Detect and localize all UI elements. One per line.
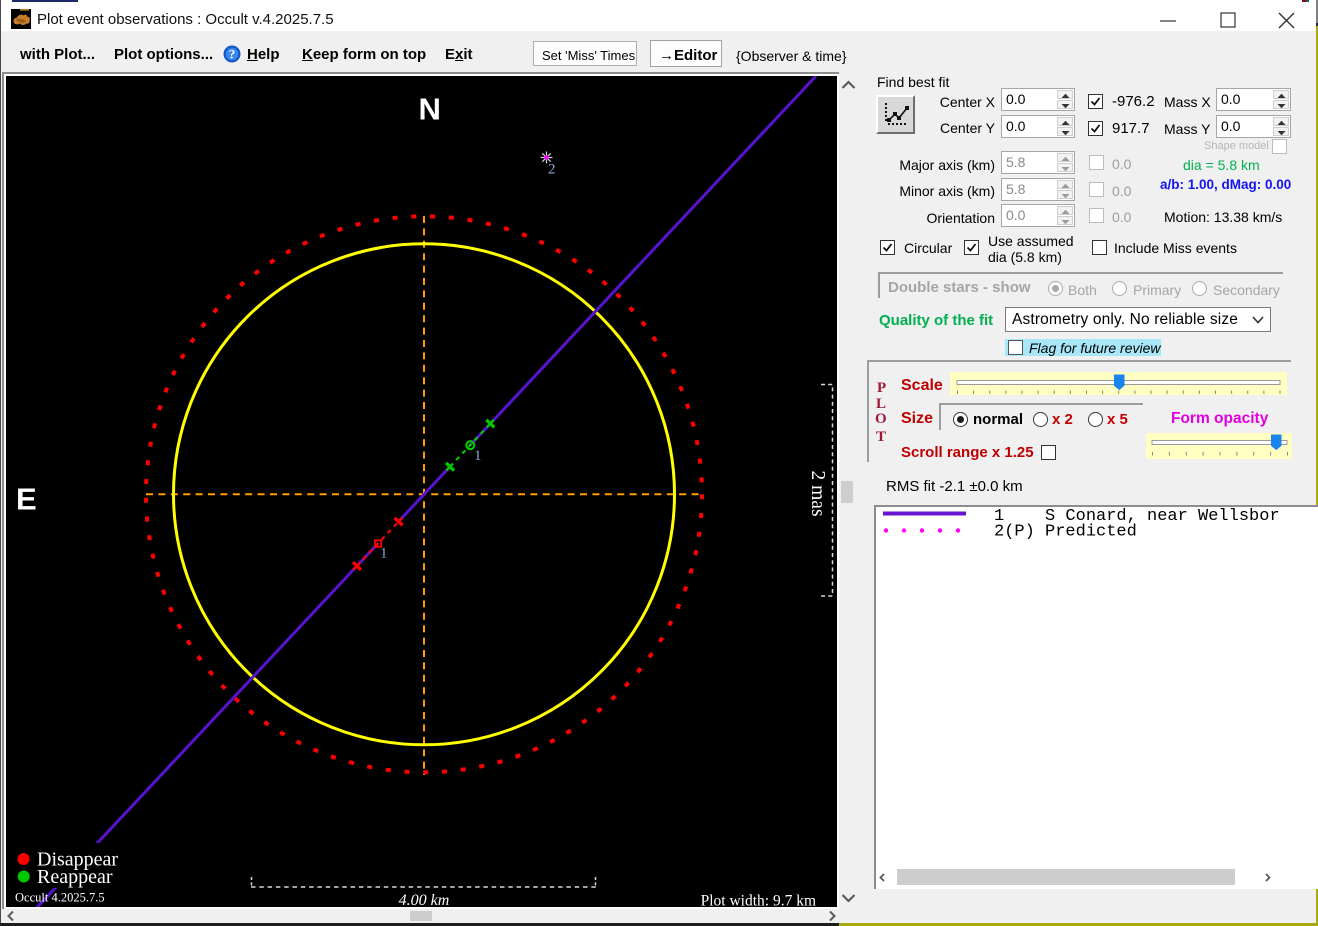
svg-text:Reappear: Reappear [37, 866, 113, 888]
svg-text:E: E [16, 482, 37, 517]
svg-text:N: N [419, 92, 441, 127]
svg-text:1: 1 [474, 448, 482, 464]
svg-text:1: 1 [380, 546, 388, 562]
svg-text:4.00 km: 4.00 km [399, 892, 450, 907]
svg-text:2 mas: 2 mas [807, 471, 828, 517]
svg-text:2: 2 [548, 162, 556, 178]
svg-text:Plot width: 9.7 km: Plot width: 9.7 km [701, 893, 816, 908]
svg-text:?: ? [229, 47, 236, 62]
svg-text:Occult 4.2025.7.5: Occult 4.2025.7.5 [15, 891, 105, 905]
svg-text:2(P) Predicted: 2(P) Predicted [994, 523, 1137, 542]
